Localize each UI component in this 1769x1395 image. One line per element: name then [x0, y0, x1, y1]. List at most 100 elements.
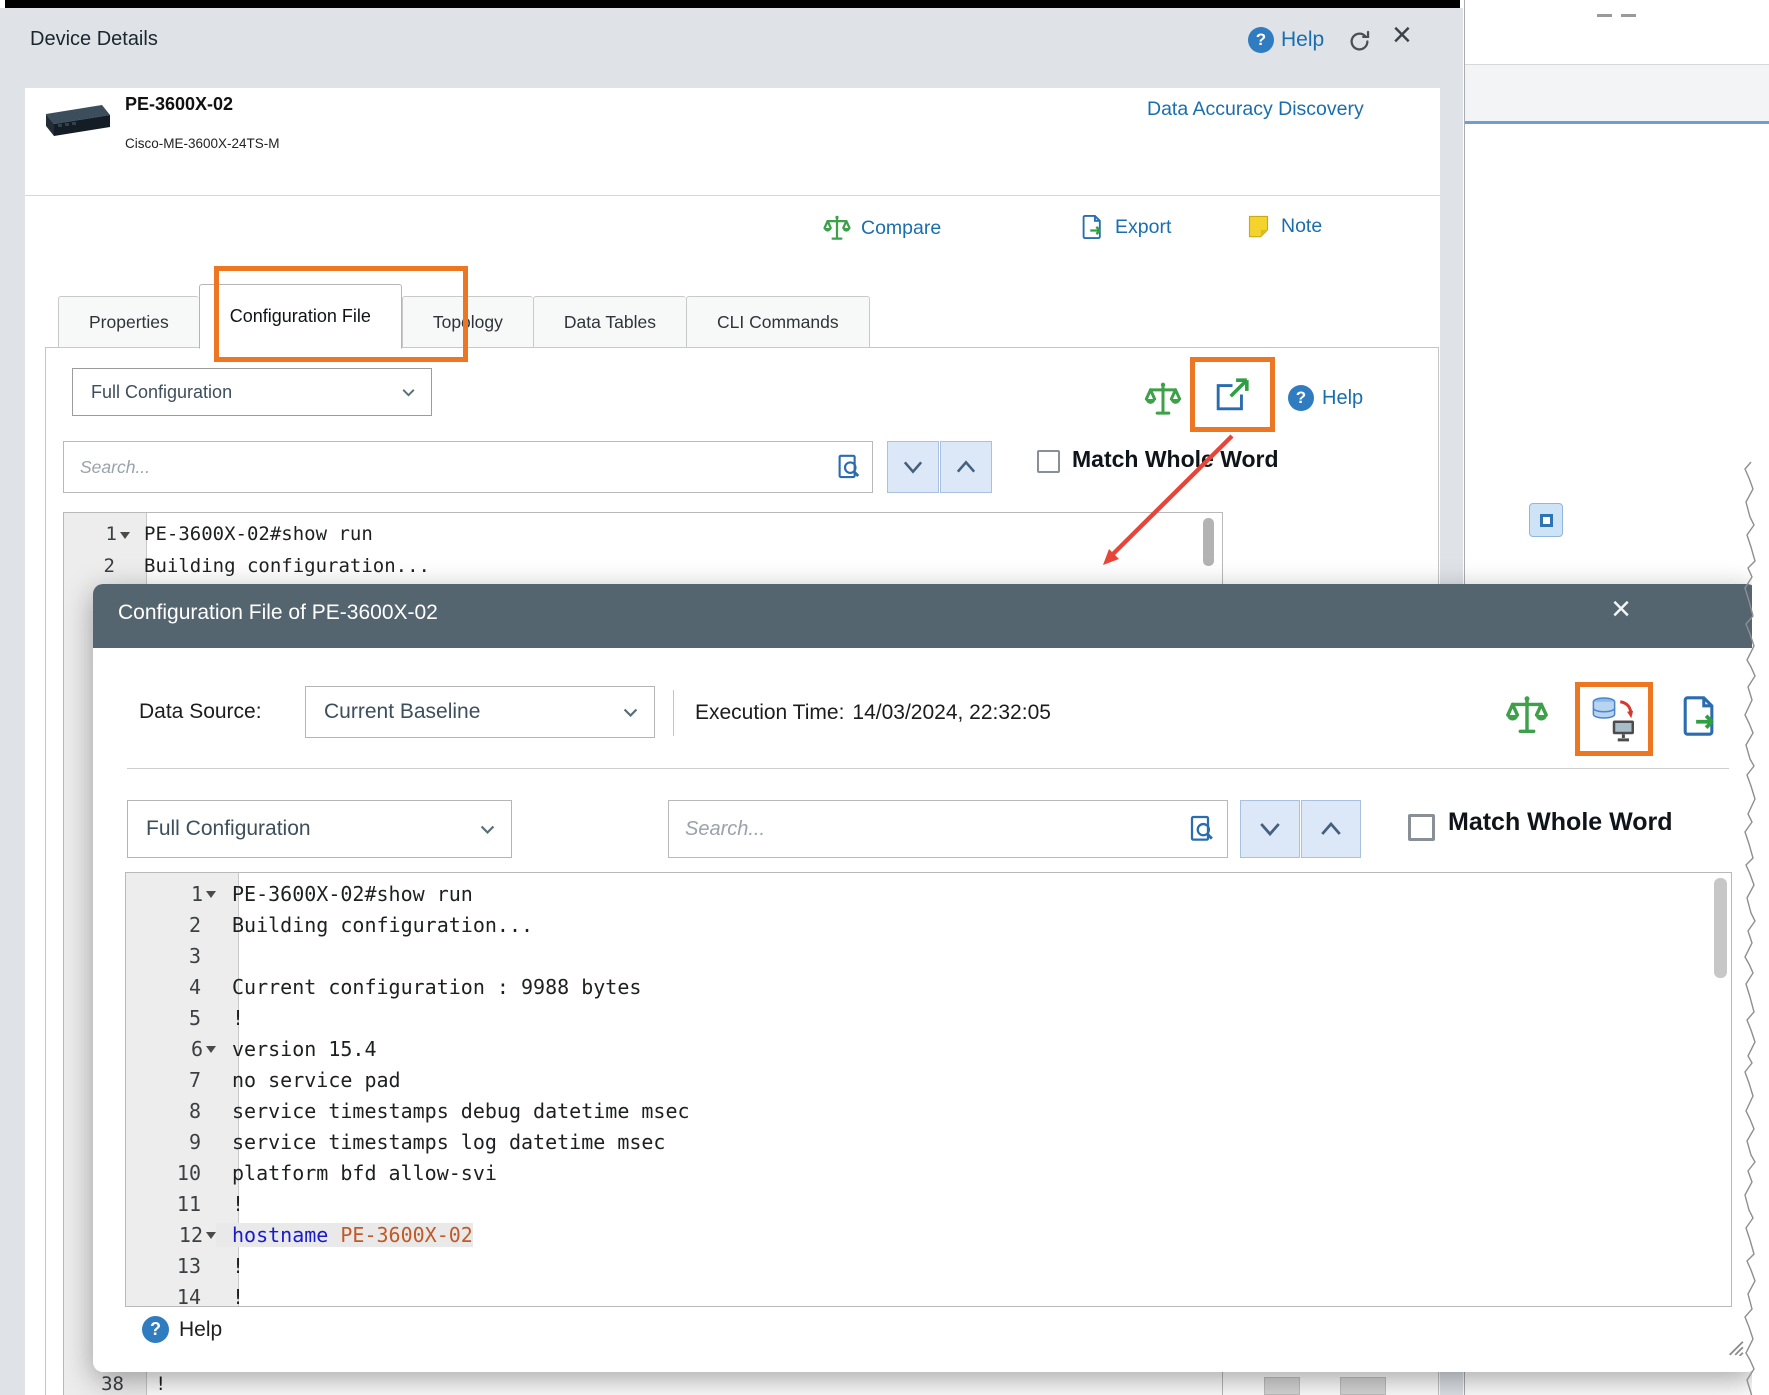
caret-spacer	[204, 921, 216, 929]
code-text: PE-3600X-02#show run	[130, 523, 373, 545]
modal-header[interactable]: Configuration File of PE-3600X-02 ×	[93, 584, 1757, 648]
line-number: 8	[189, 1099, 201, 1123]
config-search-field[interactable]	[63, 441, 873, 493]
code-text: !	[216, 1254, 244, 1278]
compare-config-icon[interactable]	[1143, 379, 1183, 424]
line-number: 12	[179, 1223, 203, 1247]
find-next-button[interactable]	[887, 441, 939, 493]
modal-view-select[interactable]: Full Configuration	[127, 800, 512, 858]
modal-search-input[interactable]	[669, 818, 1186, 841]
database-to-device-icon[interactable]	[1589, 693, 1639, 748]
fold-caret-icon[interactable]	[120, 532, 130, 539]
divider	[25, 195, 1440, 196]
code-line-2: 2 Building configuration...	[64, 550, 1222, 582]
gutter-cell: 1	[64, 523, 130, 545]
minimize-dash-icon	[1621, 14, 1636, 17]
modal-scrollbar-thumb[interactable]	[1714, 878, 1727, 978]
chevron-up-icon	[1316, 814, 1346, 844]
gutter-cell: 10	[126, 1161, 216, 1185]
modal-match-whole-word-label: Match Whole Word	[1448, 808, 1673, 837]
code-line-4: 4Current configuration : 9988 bytes	[126, 971, 1731, 1002]
panel-toggle-icon[interactable]	[1529, 503, 1563, 537]
chevron-down-icon	[1255, 814, 1285, 844]
gutter-cell: 14	[126, 1285, 216, 1308]
line-number: 2	[104, 555, 115, 577]
line-number: 10	[177, 1161, 201, 1185]
export-button[interactable]: Export	[1078, 213, 1171, 241]
modal-help-button[interactable]: ? Help	[142, 1316, 222, 1343]
open-in-new-window-icon[interactable]	[1211, 373, 1254, 421]
gutter-cell: 5	[126, 1006, 216, 1030]
resize-handle-icon[interactable]	[1722, 1334, 1744, 1361]
code-line-13: 13!	[126, 1250, 1731, 1281]
tab-label: Configuration File	[230, 306, 371, 327]
data-source-select[interactable]: Current Baseline	[305, 686, 655, 738]
search-icon[interactable]	[1186, 813, 1218, 845]
config-help-button[interactable]: ? Help	[1288, 385, 1363, 411]
note-button[interactable]: Note	[1245, 213, 1322, 240]
line-number: 2	[189, 913, 201, 937]
caret-spacer	[204, 983, 216, 991]
note-label: Note	[1281, 215, 1322, 238]
code-text: service timestamps debug datetime msec	[216, 1099, 690, 1123]
modal-export-icon[interactable]	[1676, 693, 1722, 744]
tab-cli-commands[interactable]: CLI Commands	[686, 296, 870, 348]
modal-find-previous-button[interactable]	[1301, 800, 1361, 858]
help-button[interactable]: ? Help	[1248, 27, 1324, 53]
chevron-up-icon	[952, 453, 980, 481]
fold-caret-icon[interactable]	[206, 1046, 216, 1053]
device-name: PE-3600X-02	[125, 94, 233, 115]
code-line-1: 1PE-3600X-02#show run	[126, 878, 1731, 909]
code-line-2: 2Building configuration...	[126, 909, 1731, 940]
minimize-dash-icon	[1597, 14, 1612, 17]
code-text: Building configuration...	[130, 555, 430, 577]
export-label: Export	[1115, 216, 1171, 239]
code-text: !	[216, 1006, 244, 1030]
chevron-down-icon	[899, 453, 927, 481]
search-icon[interactable]	[834, 452, 864, 482]
scrollbar-fragment[interactable]	[1340, 1377, 1386, 1395]
modal-code-viewer: 1PE-3600X-02#show run2Building configura…	[125, 872, 1732, 1307]
side-panel-header	[1465, 64, 1769, 122]
code-text: version 15.4	[216, 1037, 377, 1061]
device-model: Cisco-ME-3600X-24TS-M	[125, 136, 280, 151]
execution-time: Execution Time:14/03/2024, 22:32:05	[695, 701, 1051, 725]
line-number: 11	[177, 1192, 201, 1216]
compare-scales-icon	[822, 213, 852, 243]
code-line-7: 7no service pad	[126, 1064, 1731, 1095]
tab-topology[interactable]: Topology	[402, 296, 533, 348]
refresh-icon[interactable]	[1346, 28, 1373, 55]
modal-search-field[interactable]	[668, 800, 1228, 858]
data-accuracy-discovery-link[interactable]: Data Accuracy Discovery	[1147, 98, 1364, 121]
gutter-cell: 8	[126, 1099, 216, 1123]
execution-time-value: 14/03/2024, 22:32:05	[852, 701, 1051, 724]
code-line-11: 11!	[126, 1188, 1731, 1219]
side-panel-accent-line	[1465, 121, 1769, 124]
fold-caret-icon[interactable]	[206, 891, 216, 898]
fold-caret-icon[interactable]	[206, 1232, 216, 1239]
modal-match-whole-word-checkbox[interactable]	[1408, 814, 1435, 841]
gutter-cell: 11	[126, 1192, 216, 1216]
code-text: platform bfd allow-svi	[216, 1161, 497, 1185]
modal-find-next-button[interactable]	[1240, 800, 1300, 858]
scrollbar-fragment[interactable]	[1264, 1377, 1300, 1395]
tab-properties[interactable]: Properties	[58, 296, 199, 348]
gutter-cell: 13	[126, 1254, 216, 1278]
tab-data-tables[interactable]: Data Tables	[533, 296, 686, 348]
chevron-down-icon	[400, 384, 417, 401]
match-whole-word-checkbox[interactable]	[1037, 450, 1060, 473]
gutter-cell: 7	[126, 1068, 216, 1092]
config-view-select[interactable]: Full Configuration	[72, 368, 432, 416]
tab-label: Properties	[89, 312, 169, 333]
code-line-9: 9service timestamps log datetime msec	[126, 1126, 1731, 1157]
modal-compare-icon[interactable]	[1504, 692, 1550, 743]
close-icon[interactable]: ×	[1392, 18, 1412, 52]
scrollbar-thumb[interactable]	[1203, 518, 1214, 566]
compare-button[interactable]: Compare	[822, 213, 941, 243]
config-search-input[interactable]	[64, 457, 834, 478]
code-line-10: 10 platform bfd allow-svi	[126, 1157, 1731, 1188]
match-whole-word-label: Match Whole Word	[1072, 446, 1279, 473]
find-previous-button[interactable]	[940, 441, 992, 493]
modal-close-icon[interactable]: ×	[1611, 592, 1631, 626]
tab-configuration-file[interactable]: Configuration File	[199, 284, 402, 349]
